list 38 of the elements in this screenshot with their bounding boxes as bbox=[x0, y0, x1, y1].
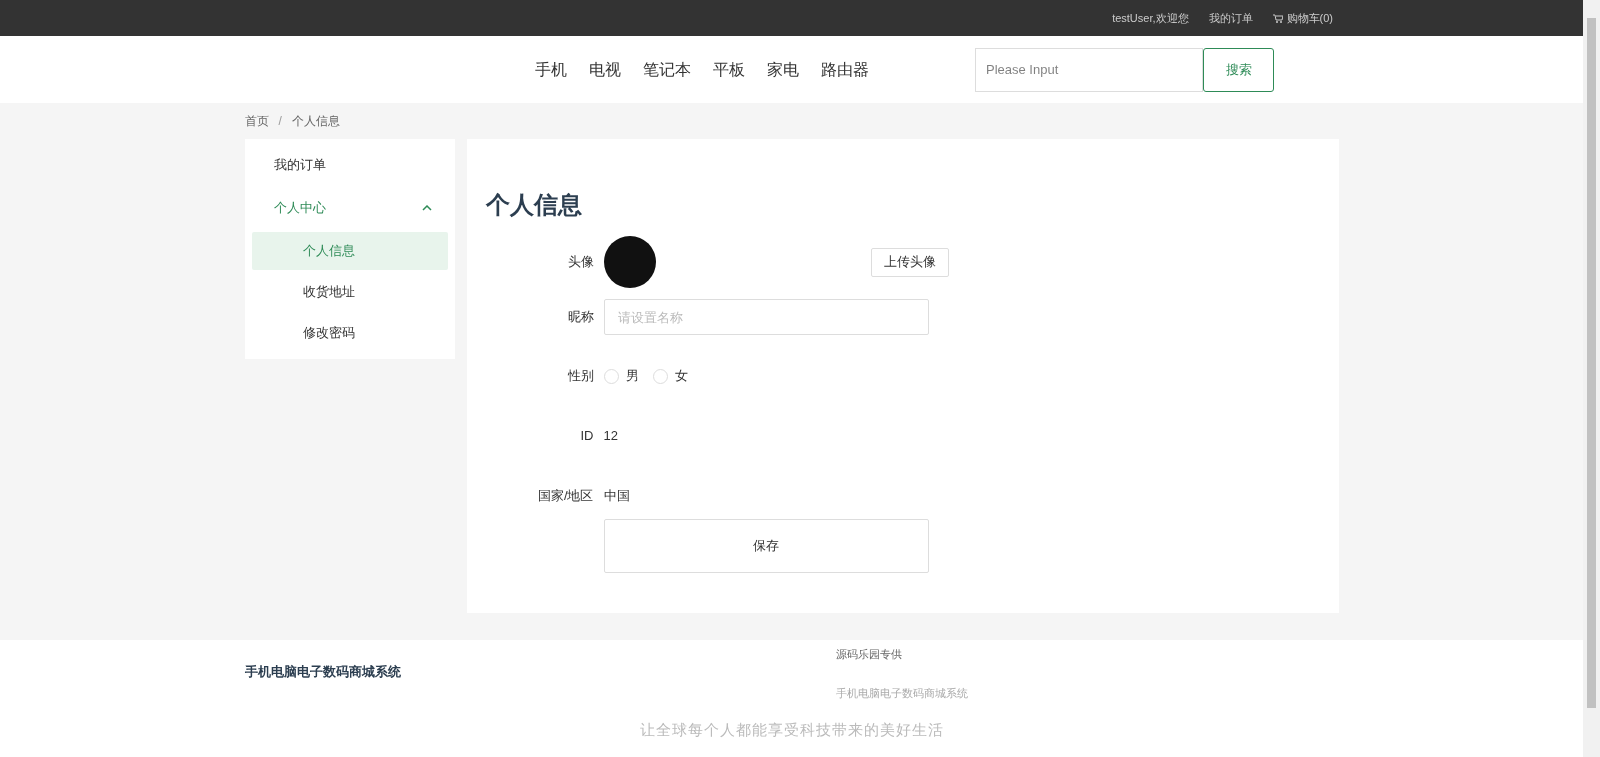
nickname-label: 昵称 bbox=[566, 308, 595, 327]
sidebar-subitem[interactable]: 收货地址 bbox=[251, 273, 448, 311]
page-title: 个人信息 bbox=[485, 190, 583, 220]
cart-icon bbox=[1272, 13, 1283, 23]
cart-link[interactable]: 购物车(0) bbox=[1272, 9, 1333, 27]
footer-brand: 手机电脑电子数码商城系统 bbox=[244, 663, 401, 681]
id-value: 12 bbox=[603, 427, 618, 446]
gender-radio[interactable]: 女 bbox=[652, 366, 688, 386]
breadcrumb-current: 个人信息 bbox=[291, 113, 340, 130]
breadcrumb-separator: / bbox=[278, 113, 282, 130]
breadcrumb-link[interactable]: 首页 bbox=[244, 112, 269, 130]
region-value: 中国 bbox=[603, 487, 630, 506]
gender-radio[interactable]: 男 bbox=[603, 366, 639, 386]
nav-link[interactable]: 笔记本 bbox=[643, 57, 691, 82]
nav-link[interactable]: 电视 bbox=[589, 57, 621, 82]
search-field[interactable]: Please Input bbox=[975, 47, 1203, 92]
avatar-label: 头像 bbox=[566, 253, 595, 272]
sidebar-subitem[interactable]: 个人信息 bbox=[251, 232, 448, 270]
gender-label: 性别 bbox=[566, 367, 595, 386]
search-button[interactable]: 搜索 bbox=[1203, 47, 1274, 92]
save-button[interactable]: 保存 bbox=[603, 519, 929, 573]
nav-link[interactable]: 手机 bbox=[535, 57, 567, 82]
sidebar-item[interactable]: 个人中心 bbox=[251, 186, 448, 229]
id-label: ID bbox=[579, 427, 595, 446]
nav-link[interactable]: 平板 bbox=[713, 57, 745, 82]
footer-provider: 源码乐园专供 bbox=[835, 647, 903, 662]
avatar-image bbox=[603, 236, 656, 288]
region-label: 国家/地区 bbox=[536, 487, 595, 506]
footer-subtitle: 手机电脑电子数码商城系统 bbox=[835, 685, 968, 701]
sidebar-item[interactable]: 我的订单 bbox=[251, 143, 448, 186]
upload-avatar-button[interactable]: 上传头像 bbox=[870, 247, 949, 277]
sidebar-subitem[interactable]: 修改密码 bbox=[251, 314, 448, 352]
nav-link[interactable]: 家电 bbox=[767, 57, 799, 82]
welcome-text: testUser,欢迎您 bbox=[1112, 10, 1189, 26]
footer-slogan: 让全球每个人都能享受科技带来的美好生活 bbox=[639, 720, 944, 741]
orders-link[interactable]: 我的订单 bbox=[1208, 9, 1253, 27]
nav-link[interactable]: 路由器 bbox=[821, 57, 869, 82]
nickname-field[interactable]: 请设置名称 bbox=[603, 299, 929, 335]
